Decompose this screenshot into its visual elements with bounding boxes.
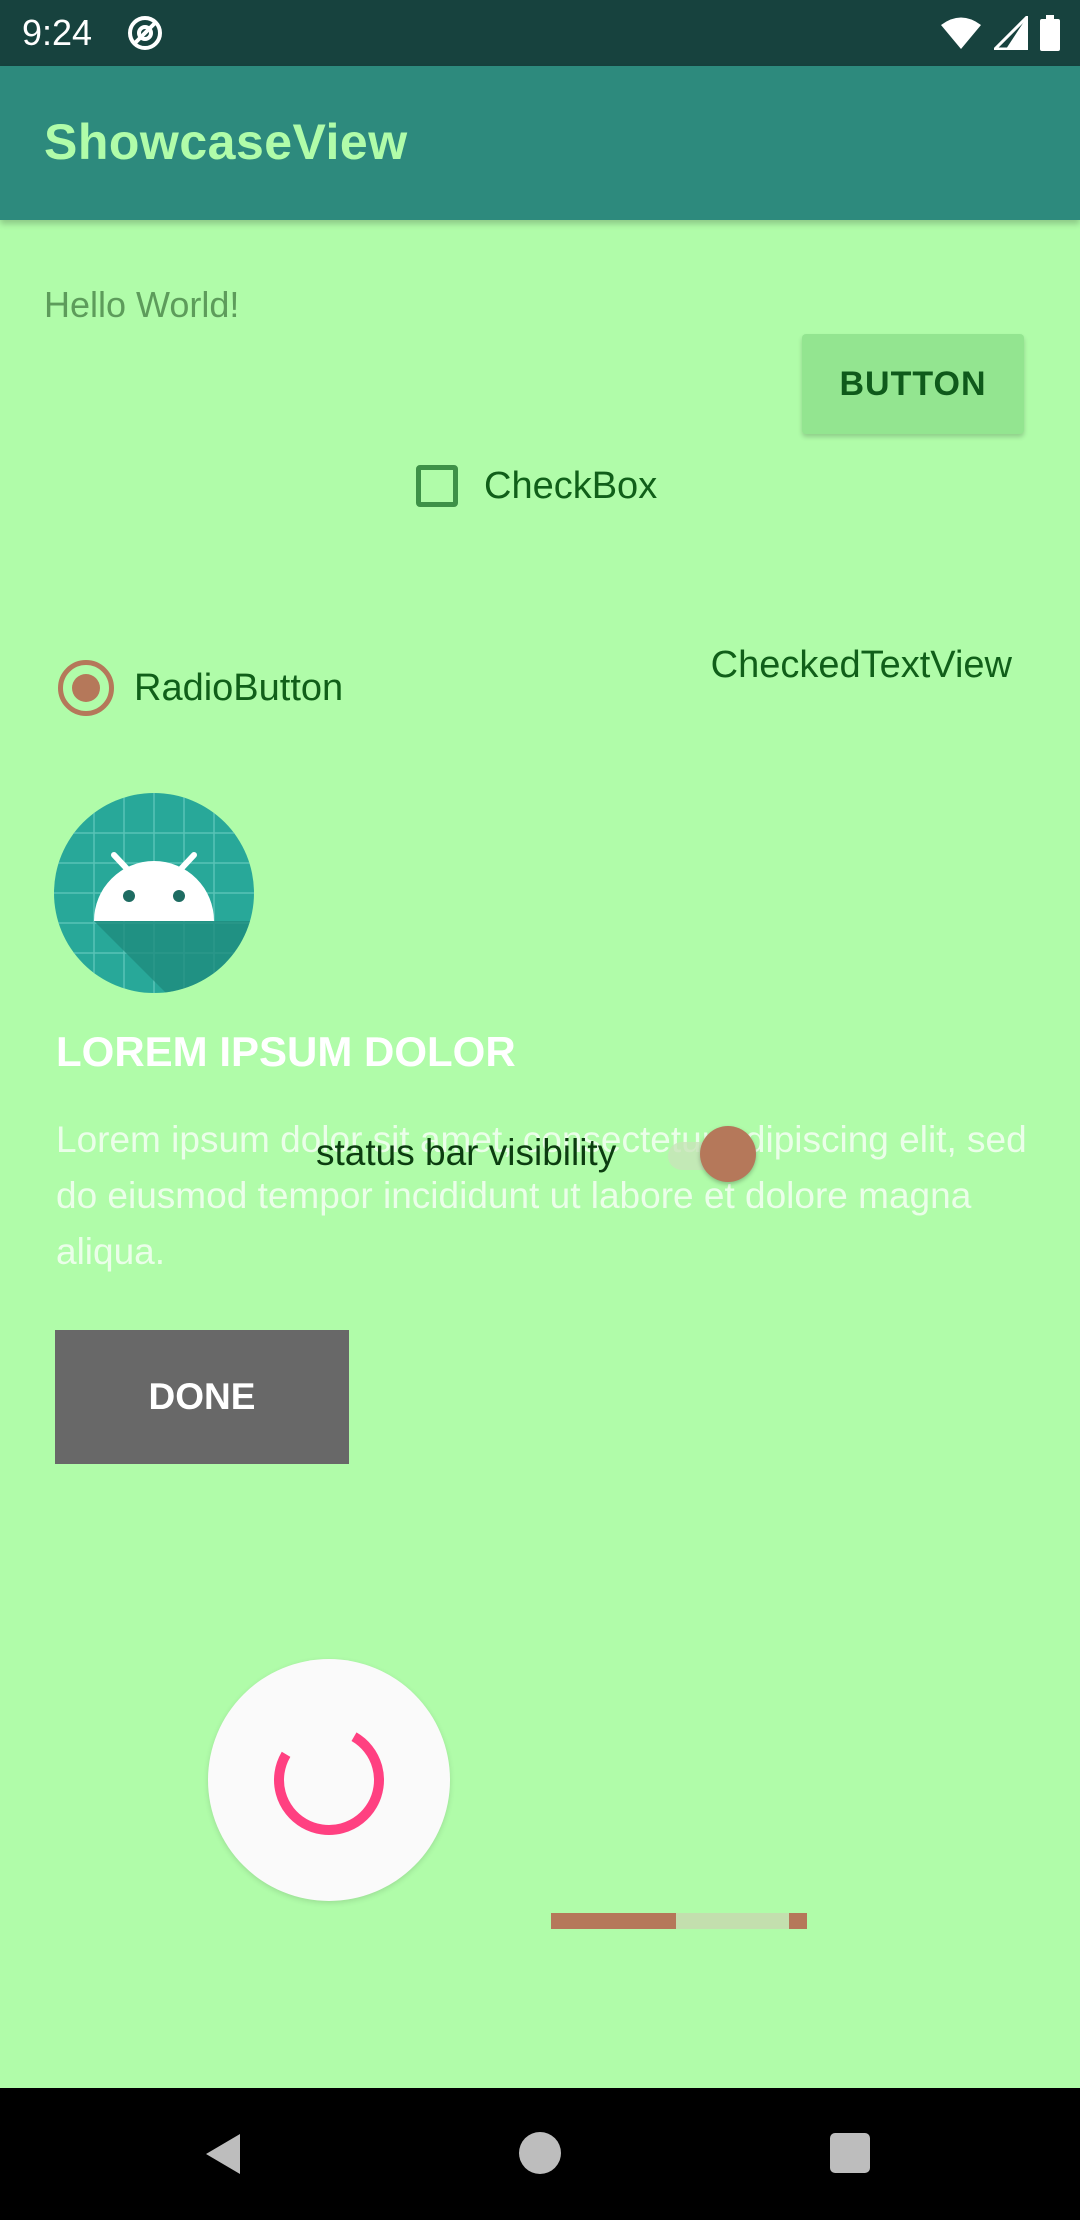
showcase-title: LOREM IPSUM DOLOR [56, 1028, 516, 1075]
radio-dot [72, 674, 100, 702]
app-bar: ShowcaseView [0, 66, 1080, 220]
progress-bar-fill [551, 1913, 676, 1929]
battery-icon [1040, 15, 1060, 51]
done-button[interactable]: DONE [55, 1330, 349, 1464]
checkbox[interactable]: CheckBox [416, 458, 657, 514]
progress-bar-end [789, 1913, 807, 1929]
button[interactable]: BUTTON [802, 334, 1024, 434]
home-icon[interactable] [519, 2132, 561, 2174]
switch-thumb[interactable] [700, 1126, 756, 1182]
recents-icon[interactable] [830, 2133, 870, 2173]
radio-button-label: RadioButton [134, 666, 344, 709]
checked-text-view[interactable]: CheckedTextView [711, 644, 1012, 687]
radio-button[interactable]: RadioButton [58, 658, 343, 718]
progress-spinner-icon [274, 1725, 384, 1835]
status-time: 9:24 [22, 12, 93, 53]
status-icons [940, 14, 1060, 52]
wifi-icon [941, 17, 981, 49]
android-logo-icon [54, 793, 254, 993]
signal-icon [994, 16, 1028, 50]
radio-indicator[interactable] [58, 660, 114, 716]
vpn-at-icon [128, 16, 162, 50]
hello-world-text: Hello World! [44, 284, 240, 325]
checkbox-label: CheckBox [484, 464, 658, 507]
switch-label: status bar visibility [316, 1132, 617, 1173]
app-title: ShowcaseView [44, 114, 408, 170]
status-bar: 9:24 [0, 0, 1080, 66]
checkbox-box[interactable] [416, 465, 458, 507]
back-icon[interactable] [200, 2130, 248, 2178]
